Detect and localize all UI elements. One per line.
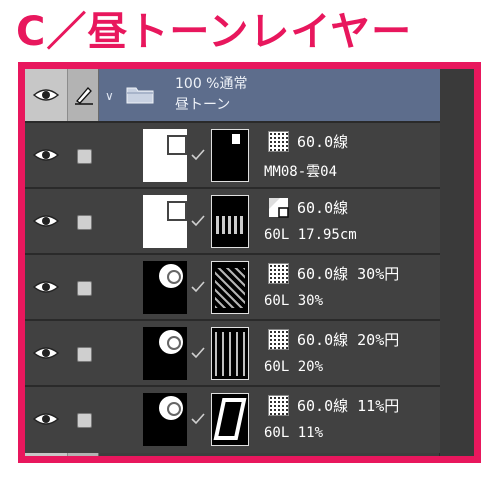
mask-thumbnail[interactable] [211,327,249,380]
layer-row[interactable]: 60.0線 11%円 60L 11% [25,385,440,453]
chevron-down-icon[interactable]: ∨ [105,89,114,103]
tone-shape-icon [269,198,289,218]
folder-blend-mode: 100 %通常 [175,76,248,92]
halftone-icon [268,395,289,416]
checkmark-icon [191,347,205,359]
layer-row[interactable]: 60.0線 MM08-雲04 [25,121,440,189]
layer-name[interactable]: MM08-雲04 [264,161,337,181]
halftone-icon [268,263,289,284]
layer-thumbnail [143,129,187,182]
layer-name[interactable]: 60L 17.95cm [264,227,357,243]
layer-thumbnail [143,393,187,446]
layer-tone-info: 60.0線 30%円 [297,265,400,283]
mask-thumbnail[interactable] [211,195,249,248]
halftone-icon [268,329,289,350]
checkmark-icon [191,215,205,227]
pen-icon[interactable] [74,85,94,105]
layer-tone-info: 60.0線 [297,199,349,217]
mask-thumbnail[interactable] [211,261,249,314]
eye-icon[interactable] [33,280,59,294]
halftone-icon [268,131,289,152]
layer-name[interactable]: 60L 11% [264,425,323,441]
layer-tone-info: 60.0線 11%円 [297,397,400,415]
lock-checkbox[interactable] [77,281,92,296]
checkmark-icon [191,281,205,293]
folder-name[interactable]: 昼トーン [175,94,230,114]
eye-icon[interactable] [33,346,59,360]
mask-thumbnail[interactable] [211,393,249,446]
layer-thumbnail [143,195,187,248]
layer-row[interactable]: 60.0線 30%円 60L 30% [25,253,440,321]
lock-checkbox[interactable] [77,215,92,230]
page-title: C／昼トーンレイヤー [16,9,413,55]
layer-row[interactable]: 60.0線 60L 17.95cm [25,187,440,255]
layer-tone-info: 60.0線 20%円 [297,331,400,349]
eye-icon[interactable] [33,88,59,102]
layer-row[interactable]: 60.0線 20%円 60L 20% [25,319,440,387]
folder-icon [126,87,154,104]
layer-panel: ∨ 100 %通常 昼トーン 60.0線 MM08-雲04 60.0線 60L … [18,62,481,463]
layer-name[interactable]: 60L 30% [264,293,323,309]
layer-thumbnail [143,327,187,380]
eye-icon[interactable] [33,412,59,426]
layer-folder-row[interactable]: ∨ 100 %通常 昼トーン [25,69,440,121]
layer-tone-info: 60.0線 [297,133,349,151]
eye-icon[interactable] [33,148,59,162]
lock-checkbox[interactable] [77,347,92,362]
checkmark-icon [191,149,205,161]
lock-checkbox[interactable] [77,149,92,164]
mask-thumbnail[interactable] [211,129,249,182]
scrollbar[interactable] [439,69,474,456]
layer-name[interactable]: 60L 20% [264,359,323,375]
lock-checkbox[interactable] [77,413,92,428]
checkmark-icon [191,413,205,425]
eye-icon[interactable] [33,214,59,228]
layer-thumbnail [143,261,187,314]
